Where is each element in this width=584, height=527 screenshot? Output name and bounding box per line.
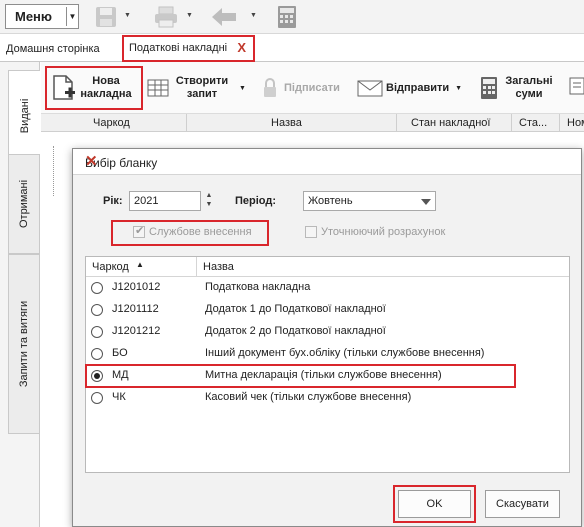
send-button[interactable]: Відправити ▼ <box>357 66 462 110</box>
ok-button[interactable]: OK <box>398 490 471 518</box>
clarifying-calc-checkbox[interactable]: Уточнюючий розрахунок <box>305 226 445 238</box>
action-toolbar: Нова накладна Створити запит ▼ Підписати… <box>41 62 584 114</box>
year-label: Рік: <box>103 195 123 207</box>
list-row[interactable]: J1201212 Додаток 2 до Податкової накладн… <box>86 321 569 343</box>
column-number[interactable]: Ном <box>567 117 584 129</box>
menu-label: Меню <box>15 9 53 24</box>
radio-button[interactable] <box>91 326 103 338</box>
new-document-icon <box>53 75 75 100</box>
back-arrow-icon[interactable] <box>210 5 238 29</box>
envelope-icon <box>357 80 383 97</box>
list-row[interactable]: ЧК Касовий чек (тільки службове внесення… <box>86 387 569 409</box>
grid-header: Чаркод Назва Стан накладної Ста... Ном <box>41 114 584 132</box>
document-tabs: Домашня сторінка Податкові накладні X <box>0 34 584 62</box>
send-label: Відправити <box>386 81 450 94</box>
radio-button[interactable] <box>91 348 103 360</box>
close-icon[interactable]: ✕ <box>85 152 571 170</box>
period-value: Жовтень <box>308 195 353 207</box>
list-column-barcode[interactable]: Чаркод <box>92 261 129 273</box>
back-dropdown-icon[interactable]: ▼ <box>250 12 257 19</box>
new-invoice-label: Нова накладна <box>80 75 132 100</box>
more-options-icon[interactable] <box>569 76 584 96</box>
list-row[interactable]: J1201012 Податкова накладна <box>86 277 569 299</box>
sort-asc-icon: ▲ <box>136 260 144 269</box>
radio-button[interactable] <box>91 304 103 316</box>
form-list: Чаркод ▲ Назва J1201012 Податкова наклад… <box>85 256 570 473</box>
tab-home[interactable]: Домашня сторінка <box>6 43 100 55</box>
column-name[interactable]: Назва <box>271 117 302 129</box>
year-input[interactable]: 2021 <box>129 191 201 211</box>
sign-label: Підписати <box>284 81 340 94</box>
print-dropdown-icon[interactable]: ▼ <box>186 12 193 19</box>
clarifying-calc-label: Уточнюючий розрахунок <box>321 226 446 238</box>
menu-dropdown-icon[interactable]: ▼ <box>67 12 78 21</box>
list-column-name[interactable]: Назва <box>203 261 234 273</box>
side-tab-received-label: Отримані <box>18 179 30 229</box>
list-row[interactable]: БО Інший документ бух.обліку (тільки слу… <box>86 343 569 365</box>
column-invoice-status[interactable]: Стан накладної <box>411 117 490 129</box>
form-select-dialog: Вибір бланку ✕ Рік: 2021 ▲ ▼ Період: Жовт… <box>72 148 582 527</box>
column-barcode[interactable]: Чаркод <box>93 117 130 129</box>
new-invoice-button[interactable]: Нова накладна <box>45 66 143 110</box>
save-icon[interactable] <box>94 5 118 29</box>
save-dropdown-icon[interactable]: ▼ <box>124 12 131 19</box>
send-dropdown-icon[interactable]: ▼ <box>455 85 462 92</box>
totals-label: Загальні суми <box>505 75 553 100</box>
period-select[interactable]: Жовтень <box>303 191 436 211</box>
side-tab-requests[interactable]: Запити та витяги <box>8 254 40 434</box>
selected-row-highlight <box>85 364 516 388</box>
create-request-button[interactable]: Створити запит ▼ <box>147 66 246 110</box>
year-spinner[interactable]: ▲ ▼ <box>203 191 215 211</box>
menu-button[interactable]: Меню ▼ <box>5 4 79 29</box>
checkbox-unchecked-icon <box>305 226 317 238</box>
table-icon <box>147 79 169 97</box>
side-tab-issued[interactable]: Видані <box>8 70 40 162</box>
print-icon[interactable] <box>153 5 179 29</box>
side-tab-issued-label: Видані <box>18 98 31 134</box>
close-tab-icon[interactable]: X <box>237 40 246 55</box>
calculator-icon <box>481 77 497 99</box>
radio-button[interactable] <box>91 392 103 404</box>
totals-button[interactable]: Загальні суми <box>479 66 555 110</box>
form-list-header: Чаркод ▲ Назва <box>86 257 569 277</box>
chevron-down-icon <box>421 199 431 205</box>
top-toolbar: Меню ▼ ▼ ▼ ▼ <box>0 0 584 34</box>
lock-icon <box>264 78 276 97</box>
side-tabs: Видані Отримані Запити та витяги <box>0 62 40 527</box>
calculator-icon[interactable] <box>276 5 298 29</box>
create-request-label: Створити запит <box>175 75 229 100</box>
cancel-button[interactable]: Скасувати <box>485 490 560 518</box>
list-row[interactable]: J1201112 Додаток 1 до Податкової накладн… <box>86 299 569 321</box>
radio-button[interactable] <box>91 282 103 294</box>
period-label: Період: <box>235 195 277 207</box>
column-status[interactable]: Ста... <box>519 117 547 129</box>
side-tab-requests-label: Запити та витяги <box>18 300 30 388</box>
service-entry-highlight <box>111 220 269 246</box>
dialog-titlebar: Вибір бланку ✕ <box>73 149 581 175</box>
tab-tax-invoices[interactable]: Податкові накладні X <box>122 35 255 62</box>
side-tab-received[interactable]: Отримані <box>8 154 40 254</box>
create-request-dropdown-icon[interactable]: ▼ <box>239 85 246 92</box>
tab-tax-invoices-label: Податкові накладні <box>129 42 228 54</box>
sign-button[interactable]: Підписати <box>261 66 340 110</box>
